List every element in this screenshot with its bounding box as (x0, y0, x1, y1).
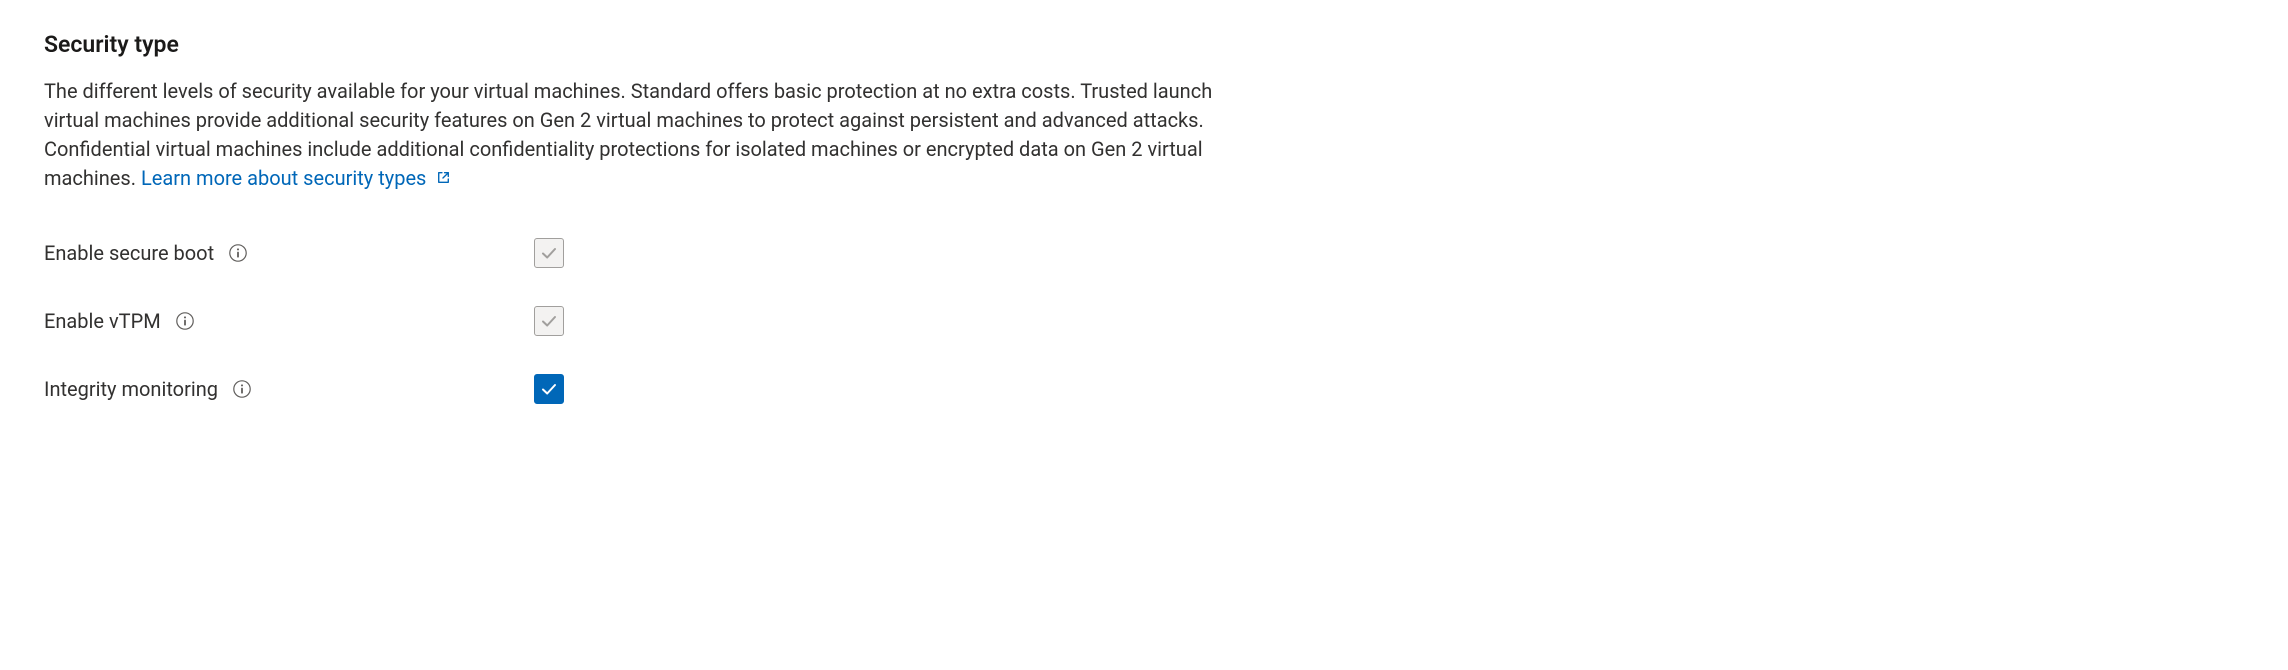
field-row-vtpm: Enable vTPM (44, 306, 2244, 336)
external-link-icon (435, 165, 452, 194)
section-heading: Security type (44, 28, 2244, 61)
integrity-checkbox[interactable] (534, 374, 564, 404)
info-icon[interactable] (232, 379, 252, 399)
learn-more-text: Learn more about security types (141, 166, 426, 190)
field-row-secure-boot: Enable secure boot (44, 238, 2244, 268)
field-row-integrity: Integrity monitoring (44, 374, 2244, 404)
vtpm-label: Enable vTPM (44, 307, 161, 336)
learn-more-link[interactable]: Learn more about security types (141, 166, 452, 190)
section-description: The different levels of security availab… (44, 77, 1244, 194)
field-label-wrap: Enable vTPM (44, 307, 534, 336)
field-label-wrap: Integrity monitoring (44, 375, 534, 404)
integrity-label: Integrity monitoring (44, 375, 218, 404)
vtpm-checkbox[interactable] (534, 306, 564, 336)
info-icon[interactable] (228, 243, 248, 263)
secure-boot-label: Enable secure boot (44, 239, 214, 268)
secure-boot-checkbox[interactable] (534, 238, 564, 268)
field-label-wrap: Enable secure boot (44, 239, 534, 268)
info-icon[interactable] (175, 311, 195, 331)
